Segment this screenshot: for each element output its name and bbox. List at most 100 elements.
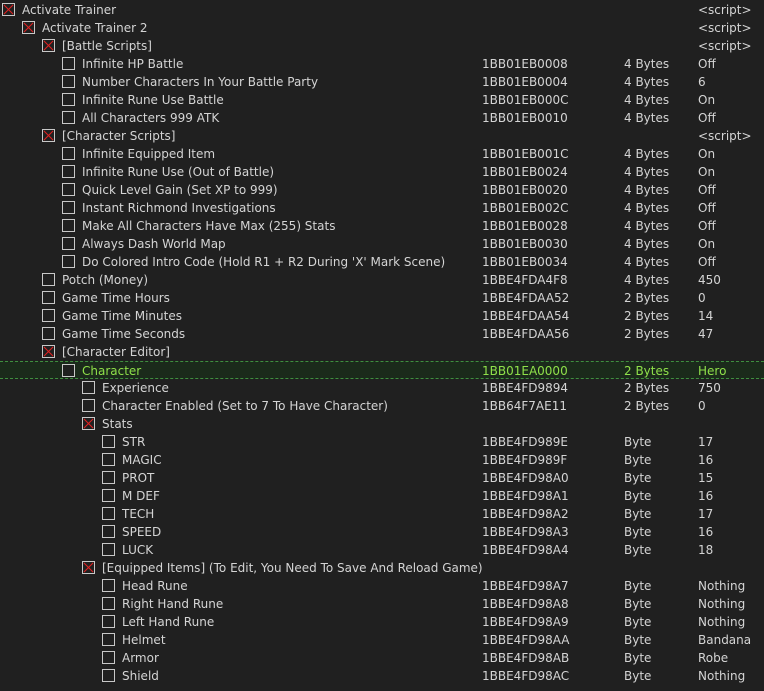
row-type[interactable]: 4 Bytes <box>624 235 669 253</box>
row-type[interactable]: 4 Bytes <box>624 199 669 217</box>
row-type[interactable]: 4 Bytes <box>624 181 669 199</box>
row-description[interactable]: Activate Trainer <box>22 1 116 19</box>
row-value[interactable]: 14 <box>698 307 713 325</box>
checkbox[interactable] <box>82 381 95 394</box>
row-address[interactable]: 1BBE4FD98A0 <box>482 469 569 487</box>
row-description[interactable]: Potch (Money) <box>62 271 148 289</box>
row-address[interactable]: 1BBE4FDAA52 <box>482 289 569 307</box>
row-description[interactable]: Left Hand Rune <box>122 613 214 631</box>
row-value[interactable]: On <box>698 163 715 181</box>
row-type[interactable]: 2 Bytes <box>624 379 669 397</box>
checkbox[interactable] <box>102 507 115 520</box>
table-row[interactable]: MAGIC 1BBE4FD989F Byte 16 <box>0 451 764 469</box>
table-row[interactable]: Always Dash World Map 1BB01EB0030 4 Bytes O… <box>0 235 764 253</box>
table-row[interactable]: Activate Trainer 2 <script> <box>0 19 764 37</box>
row-address[interactable]: 1BBE4FD98AB <box>482 649 569 667</box>
row-description[interactable]: Infinite Rune Use (Out of Battle) <box>82 163 274 181</box>
row-type[interactable]: Byte <box>624 541 651 559</box>
row-value[interactable]: Off <box>698 109 716 127</box>
checkbox[interactable] <box>102 471 115 484</box>
table-row[interactable]: Infinite HP Battle 1BB01EB0008 4 Bytes Off <box>0 55 764 73</box>
row-description[interactable]: PROT <box>122 469 154 487</box>
row-address[interactable]: 1BBE4FDAA54 <box>482 307 569 325</box>
checkbox[interactable] <box>102 525 115 538</box>
row-value[interactable]: Nothing <box>698 613 745 631</box>
row-value[interactable]: 47 <box>698 325 713 343</box>
checkbox[interactable] <box>62 183 75 196</box>
row-value[interactable]: Robe <box>698 649 728 667</box>
row-address[interactable]: 1BBE4FD989F <box>482 451 567 469</box>
row-description[interactable]: STR <box>122 433 145 451</box>
row-type[interactable]: 2 Bytes <box>624 397 669 415</box>
row-value[interactable]: Nothing <box>698 595 745 613</box>
checkbox[interactable] <box>42 309 55 322</box>
active-checkbox[interactable] <box>42 345 55 358</box>
row-value[interactable]: 450 <box>698 271 721 289</box>
row-value[interactable]: <script> <box>698 127 752 145</box>
row-value[interactable]: 750 <box>698 379 721 397</box>
row-address[interactable]: 1BBE4FD989E <box>482 433 568 451</box>
row-value[interactable]: Off <box>698 199 716 217</box>
table-row[interactable]: STR 1BBE4FD989E Byte 17 <box>0 433 764 451</box>
row-type[interactable]: 4 Bytes <box>624 145 669 163</box>
row-description[interactable]: Game Time Hours <box>62 289 170 307</box>
active-checkbox[interactable] <box>82 561 95 574</box>
row-address[interactable]: 1BB01EB002C <box>482 199 568 217</box>
checkbox[interactable] <box>82 399 95 412</box>
table-row[interactable]: [Equipped Items] (To Edit, You Need To S… <box>0 559 764 577</box>
row-description[interactable]: Shield <box>122 667 159 685</box>
checkbox[interactable] <box>62 111 75 124</box>
row-value[interactable]: Nothing <box>698 667 745 685</box>
table-row[interactable]: TECH 1BBE4FD98A2 Byte 17 <box>0 505 764 523</box>
row-value[interactable]: Off <box>698 217 716 235</box>
checkbox[interactable] <box>62 219 75 232</box>
table-row[interactable]: Make All Characters Have Max (255) Stats… <box>0 217 764 235</box>
table-row[interactable]: Character Enabled (Set to 7 To Have Char… <box>0 397 764 415</box>
row-description[interactable]: Character Enabled (Set to 7 To Have Char… <box>102 397 388 415</box>
row-address[interactable]: 1BBE4FD98AC <box>482 667 569 685</box>
table-row[interactable]: Game Time Seconds 1BBE4FDAA56 2 Bytes 47 <box>0 325 764 343</box>
row-description[interactable]: Stats <box>102 415 133 433</box>
checkbox[interactable] <box>102 669 115 682</box>
row-value[interactable]: <script> <box>698 1 752 19</box>
checkbox[interactable] <box>102 633 115 646</box>
row-type[interactable]: 4 Bytes <box>624 109 669 127</box>
row-address[interactable]: 1BB01EA0000 <box>482 362 568 380</box>
checkbox[interactable] <box>62 255 75 268</box>
table-row[interactable]: Stats <box>0 415 764 433</box>
row-type[interactable]: Byte <box>624 469 651 487</box>
row-address[interactable]: 1BB64F7AE11 <box>482 397 567 415</box>
row-address[interactable]: 1BB01EB0024 <box>482 163 568 181</box>
row-description[interactable]: LUCK <box>122 541 153 559</box>
row-description[interactable]: Do Colored Intro Code (Hold R1 + R2 Duri… <box>82 253 445 271</box>
checkbox[interactable] <box>62 147 75 160</box>
row-address[interactable]: 1BB01EB0008 <box>482 55 568 73</box>
checkbox[interactable] <box>102 651 115 664</box>
row-value[interactable]: Off <box>698 55 716 73</box>
table-row[interactable]: Character 1BB01EA0000 2 Bytes Hero <box>0 361 764 379</box>
table-row[interactable]: Do Colored Intro Code (Hold R1 + R2 Duri… <box>0 253 764 271</box>
row-value[interactable]: Nothing <box>698 577 745 595</box>
row-address[interactable]: 1BB01EB0034 <box>482 253 568 271</box>
row-address[interactable]: 1BBE4FD9894 <box>482 379 568 397</box>
row-type[interactable]: 2 Bytes <box>624 307 669 325</box>
row-description[interactable]: Head Rune <box>122 577 188 595</box>
table-row[interactable]: Shield 1BBE4FD98AC Byte Nothing <box>0 667 764 685</box>
checkbox[interactable] <box>62 93 75 106</box>
row-address[interactable]: 1BB01EB001C <box>482 145 568 163</box>
row-value[interactable]: On <box>698 91 715 109</box>
row-value[interactable]: 17 <box>698 505 713 523</box>
row-description[interactable]: M DEF <box>122 487 160 505</box>
row-type[interactable]: 4 Bytes <box>624 91 669 109</box>
active-checkbox[interactable] <box>22 21 35 34</box>
checkbox[interactable] <box>62 57 75 70</box>
row-description[interactable]: Instant Richmond Investigations <box>82 199 276 217</box>
row-address[interactable]: 1BBE4FDA4F8 <box>482 271 568 289</box>
row-type[interactable]: Byte <box>624 433 651 451</box>
table-row[interactable]: Armor 1BBE4FD98AB Byte Robe <box>0 649 764 667</box>
row-value[interactable]: 17 <box>698 433 713 451</box>
table-row[interactable]: Game Time Hours 1BBE4FDAA52 2 Bytes 0 <box>0 289 764 307</box>
row-address[interactable]: 1BBE4FD98A8 <box>482 595 569 613</box>
active-checkbox[interactable] <box>82 417 95 430</box>
row-description[interactable]: Infinite HP Battle <box>82 55 183 73</box>
